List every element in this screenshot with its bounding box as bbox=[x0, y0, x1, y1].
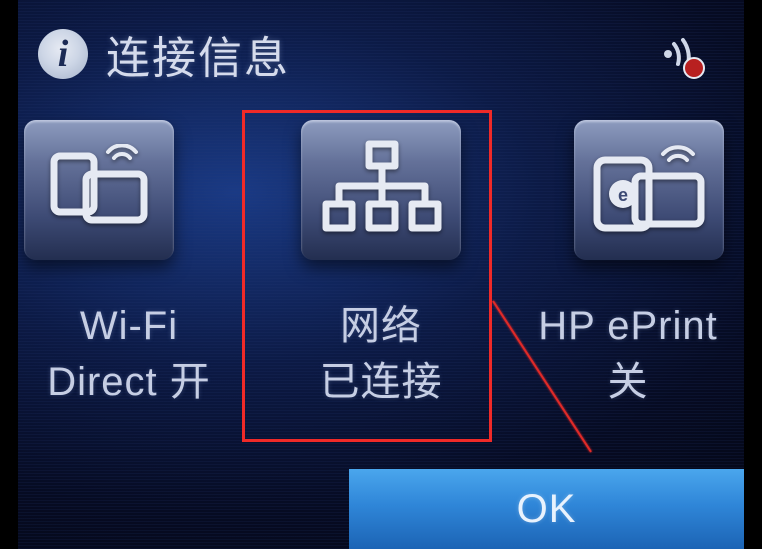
header-bar: i 连接信息 bbox=[38, 22, 290, 86]
info-glyph: i bbox=[58, 32, 69, 76]
page-title: 连接信息 bbox=[106, 22, 290, 86]
tiles-row: Wi-Fi Direct 开 网络 已连接 bbox=[18, 120, 744, 410]
tile-wifi-direct-label: Wi-Fi Direct 开 bbox=[47, 298, 211, 410]
tile-network-label: 网络 已连接 bbox=[320, 298, 443, 410]
tile-wifi-direct[interactable]: Wi-Fi Direct 开 bbox=[34, 120, 244, 410]
hp-eprint-icon: e bbox=[574, 120, 724, 260]
tile-hp-eprint[interactable]: e HP ePrint 关 bbox=[518, 120, 728, 410]
info-icon: i bbox=[38, 29, 88, 79]
ok-button-label: OK bbox=[517, 487, 577, 532]
ethernet-network-icon bbox=[301, 120, 461, 260]
wifi-direct-icon bbox=[24, 120, 174, 260]
svg-text:e: e bbox=[618, 185, 628, 205]
ok-button[interactable]: OK bbox=[349, 469, 744, 549]
printer-touchscreen: i 连接信息 bbox=[18, 0, 744, 549]
wireless-signal-error-icon bbox=[654, 34, 708, 80]
tile-network[interactable]: 网络 已连接 bbox=[276, 120, 486, 410]
tile-hp-eprint-label: HP ePrint 关 bbox=[538, 298, 717, 410]
